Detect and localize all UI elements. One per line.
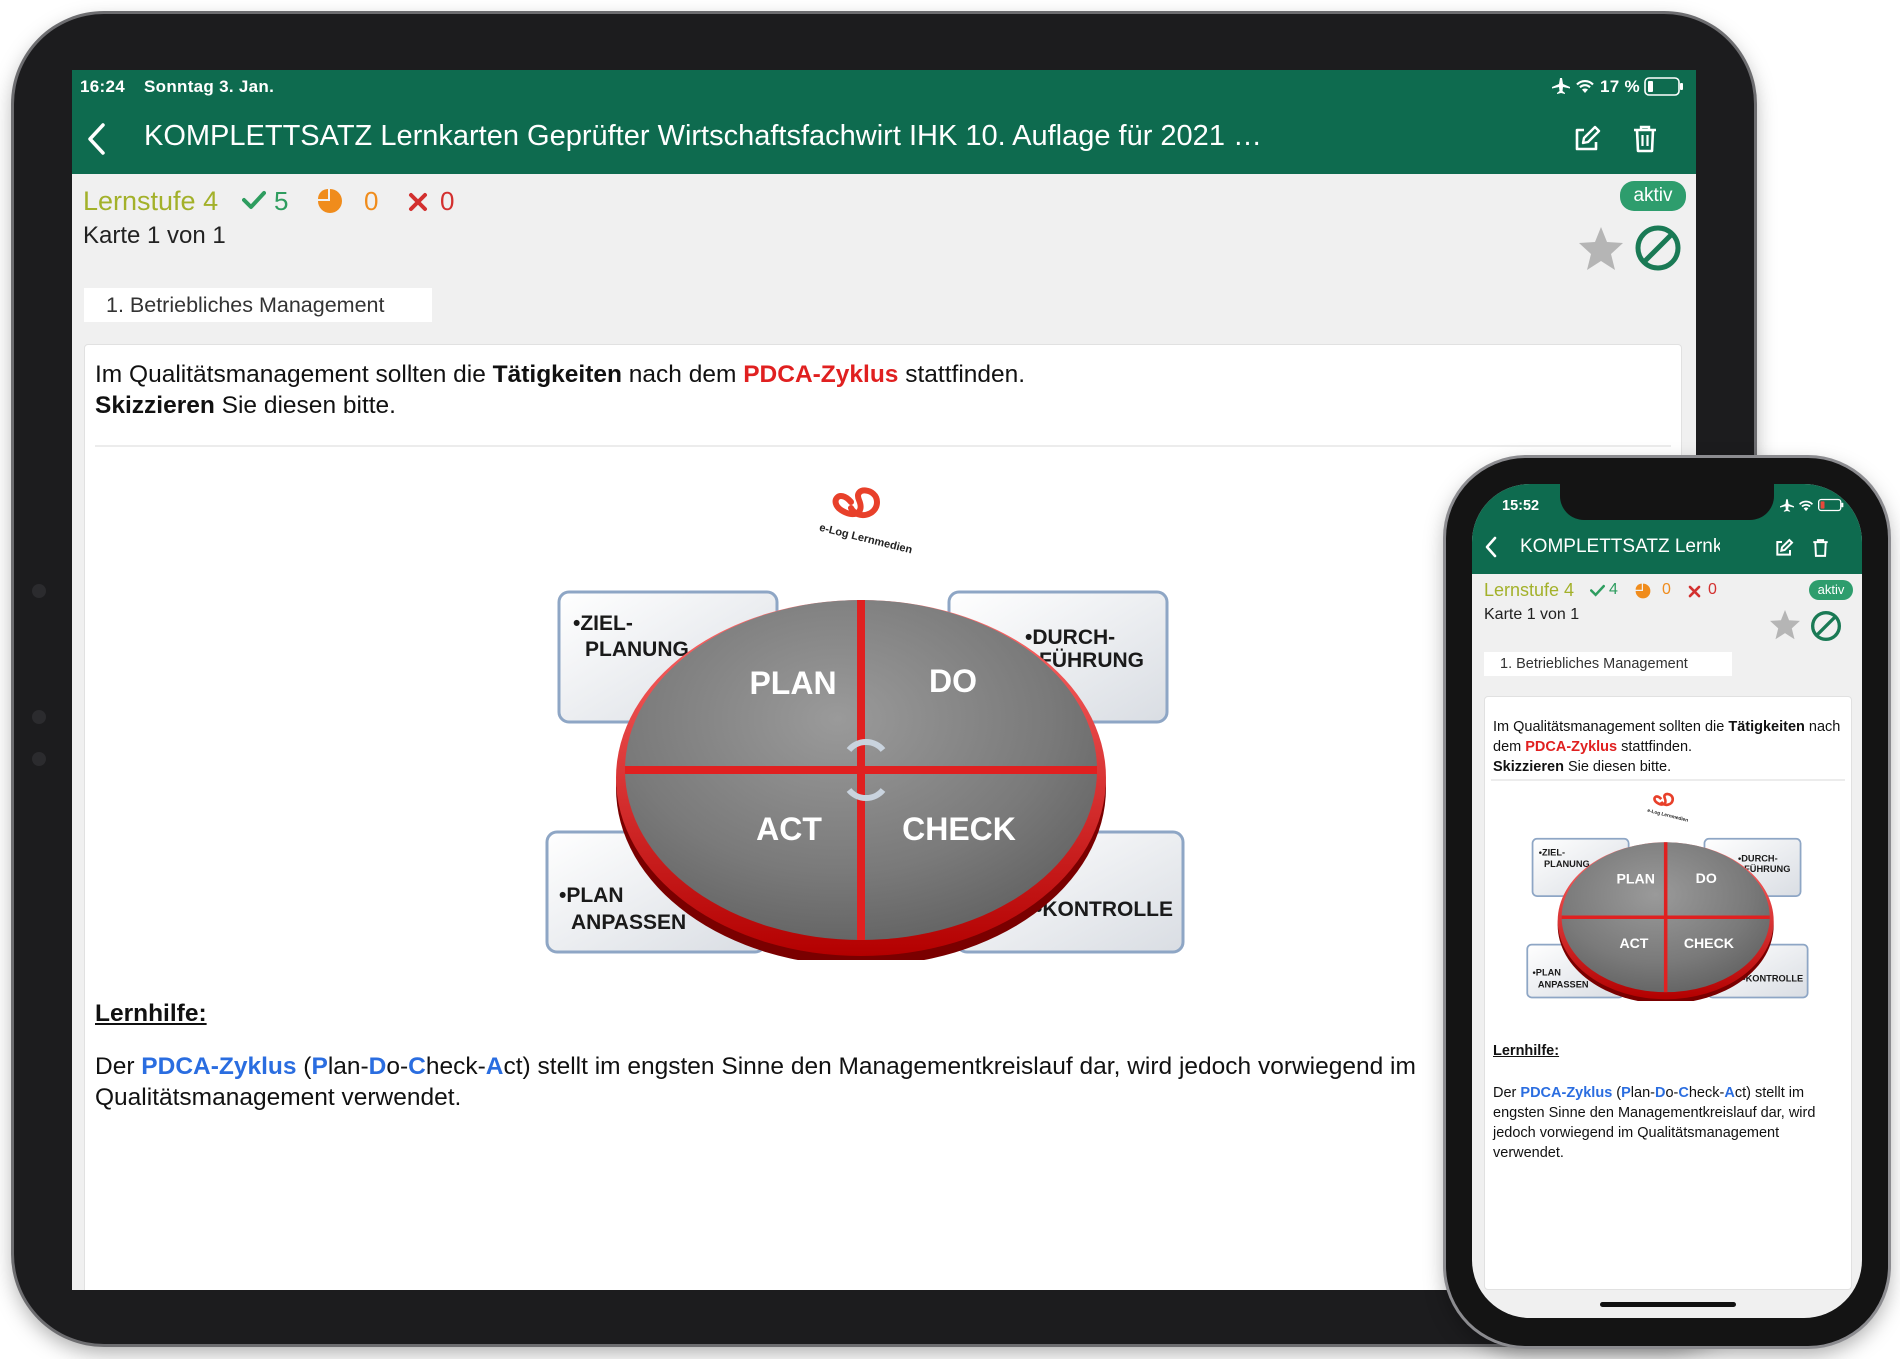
x-icon <box>409 193 427 211</box>
svg-text:FÜHRUNG: FÜHRUNG <box>1039 649 1144 672</box>
phone-flashcard: Im Qualitätsmanagement sollten die Tätig… <box>1484 696 1852 1290</box>
phone-status-badge[interactable]: aktiv <box>1809 580 1853 600</box>
airplane-icon <box>1552 78 1570 94</box>
phone-hint-text: Der PDCA-Zyklus (Plan-Do-Check-Act) stel… <box>1493 1085 1816 1161</box>
wifi-icon <box>1576 80 1594 93</box>
svg-text:ACT: ACT <box>1619 935 1648 951</box>
block-card-button[interactable] <box>1634 224 1682 272</box>
hint-text: Der PDCA-Zyklus (Plan-Do-Check-Act) stel… <box>95 1053 1416 1111</box>
phone-status-time: 15:52 <box>1502 498 1540 514</box>
home-indicator[interactable] <box>1600 1302 1736 1307</box>
quadrant-do: DO <box>929 663 977 699</box>
status-time: 16:24 <box>80 77 125 96</box>
status-badge[interactable]: aktiv <box>1620 181 1686 211</box>
svg-text:•PLAN: •PLAN <box>559 884 624 907</box>
phone-category-label: 1. Betriebliches Management <box>1500 656 1688 672</box>
svg-text:•PLAN: •PLAN <box>1533 967 1562 977</box>
wrong-count: 0 <box>440 186 455 216</box>
quadrant-act: ACT <box>756 811 822 847</box>
correct-count: 5 <box>274 186 289 216</box>
svg-text:DO: DO <box>1696 870 1717 886</box>
phone-pdca-diagram: e-Log Lernmedien •ZIEL- PLANUNG •DURCH- … <box>1526 792 1809 1001</box>
svg-text:ANPASSEN: ANPASSEN <box>1538 979 1589 989</box>
phone-question: Im Qualitätsmanagement sollten die Tätig… <box>1493 719 1841 775</box>
airplane-icon <box>1780 499 1794 512</box>
card-divider <box>95 445 1671 447</box>
delete-button[interactable] <box>1632 124 1658 154</box>
quadrant-check: CHECK <box>902 811 1016 847</box>
svg-text:•ZIEL-: •ZIEL- <box>1539 848 1565 858</box>
svg-text:•DURCH-: •DURCH- <box>1738 854 1778 864</box>
svg-text:PLAN: PLAN <box>1617 871 1655 887</box>
quadrant-plan: PLAN <box>749 665 836 701</box>
svg-text:e-Log Lernmedien: e-Log Lernmedien <box>1647 808 1689 824</box>
svg-text:•DURCH-: •DURCH- <box>1025 626 1115 649</box>
card-position: Karte 1 von 1 <box>83 222 226 249</box>
phone-hint-heading: Lernhilfe: <box>1493 1043 1560 1059</box>
phone-edit-button[interactable] <box>1774 538 1794 558</box>
pdca-disc: PLAN DO ACT CHECK <box>616 600 1106 960</box>
battery-icon <box>1818 498 1844 512</box>
wifi-icon <box>1798 500 1814 512</box>
tablet-camera <box>32 584 46 598</box>
question-line-2: Skizzieren Sie diesen bitte. <box>95 392 396 419</box>
check-icon <box>242 191 266 209</box>
back-button[interactable] <box>86 122 108 156</box>
tablet-sensor-2 <box>32 752 46 766</box>
battery-percent: 17 % <box>1600 77 1640 96</box>
logo-text: e-Log Lernmedien <box>818 522 914 557</box>
pie-chart-icon <box>1635 583 1651 599</box>
svg-text:ANPASSEN: ANPASSEN <box>571 911 686 934</box>
question-line-1: Im Qualitätsmanagement sollten die Tätig… <box>95 361 1026 388</box>
tablet-sensor <box>32 710 46 724</box>
phone-block-card-button[interactable] <box>1810 610 1842 642</box>
phone-favorite-star-button[interactable] <box>1768 608 1802 642</box>
phone-card-position: Karte 1 von 1 <box>1484 606 1580 623</box>
svg-text:•KONTROLLE: •KONTROLLE <box>1035 898 1173 921</box>
phone-app-header: 15:52 KOMPLETTSATZ Lernka... <box>1472 484 1862 574</box>
partial-count: 0 <box>364 186 379 216</box>
category-label: 1. Betriebliches Management <box>106 293 385 317</box>
svg-text:•KONTROLLE: •KONTROLLE <box>1742 974 1803 984</box>
phone-deck-title: KOMPLETTSATZ Lernka... <box>1520 536 1720 557</box>
hint-heading: Lernhilfe: <box>95 1000 207 1027</box>
svg-text:PLANUNG: PLANUNG <box>1544 859 1590 869</box>
svg-text:PLANUNG: PLANUNG <box>585 638 689 661</box>
phone-correct-count: 4 <box>1609 581 1618 598</box>
svg-text:FÜHRUNG: FÜHRUNG <box>1744 864 1790 874</box>
svg-text:CHECK: CHECK <box>1684 935 1735 951</box>
phone-wrong-count: 0 <box>1708 581 1717 598</box>
favorite-star-button[interactable] <box>1576 224 1626 274</box>
phone-back-button[interactable] <box>1484 536 1498 558</box>
pdca-diagram: e-Log Lernmedien •ZIEL- PLANUNG •DURCH- … <box>545 487 1185 960</box>
flashcard: Im Qualitätsmanagement sollten die Tätig… <box>84 344 1682 1290</box>
phone-notch <box>1560 484 1774 520</box>
phone-lernstufe-label: Lernstufe 4 <box>1484 580 1575 600</box>
svg-text:•ZIEL-: •ZIEL- <box>573 612 633 635</box>
app-header: 16:24 Sonntag 3. Jan. 17 % KOMPLETTSATZ … <box>72 70 1696 174</box>
phone-category-chip[interactable]: 1. Betriebliches Management <box>1484 652 1732 676</box>
deck-title: KOMPLETTSATZ Lernkarten Geprüfter Wirtsc… <box>144 120 1264 152</box>
check-icon <box>1590 584 1605 597</box>
phone-screen: 15:52 KOMPLETTSATZ Lernka... Lernstufe 4… <box>1472 484 1862 1318</box>
phone-partial-count: 0 <box>1662 581 1671 598</box>
status-date: Sonntag 3. Jan. <box>144 77 275 96</box>
phone-delete-button[interactable] <box>1812 538 1829 558</box>
lernstufe-label: Lernstufe 4 <box>83 186 219 216</box>
pie-chart-icon <box>318 189 342 213</box>
phone-card-divider <box>1491 779 1845 781</box>
edit-button[interactable] <box>1572 124 1602 154</box>
battery-icon <box>1644 77 1683 96</box>
category-chip[interactable]: 1. Betriebliches Management <box>84 288 432 322</box>
logo: e-Log Lernmedien <box>818 487 914 557</box>
x-icon <box>1688 585 1701 598</box>
